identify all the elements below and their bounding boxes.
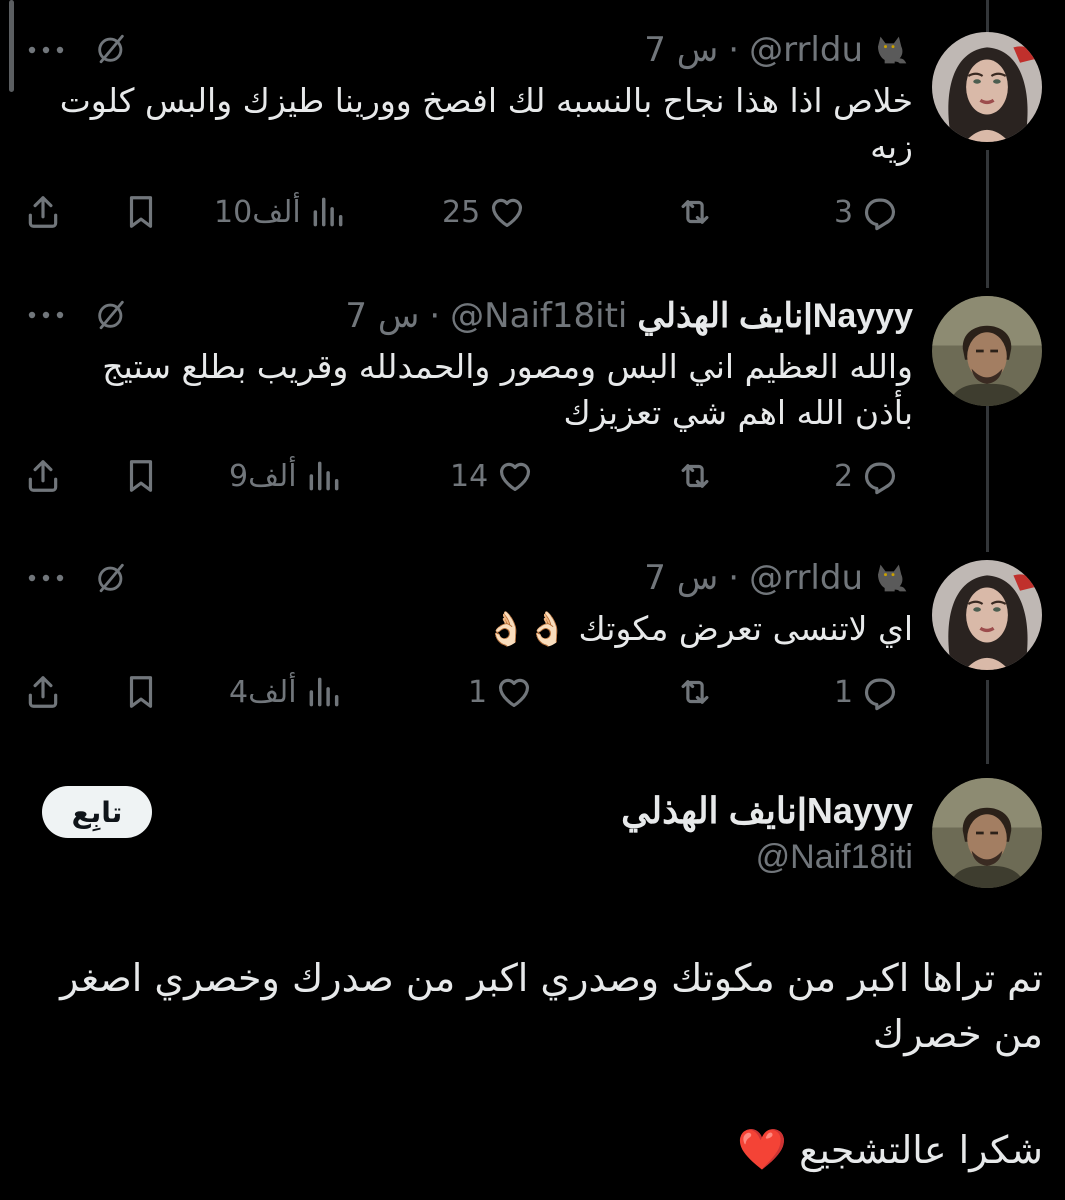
share-icon	[24, 673, 62, 711]
retweet-icon	[676, 193, 714, 231]
heart-icon: ❤️	[737, 1127, 788, 1173]
retweet-icon	[676, 457, 714, 495]
reply-header: 7 س · @rrldu	[644, 556, 913, 600]
more-icon[interactable]	[26, 568, 66, 588]
scrollbar[interactable]	[9, 0, 14, 92]
thread-line	[986, 680, 989, 764]
reply-count: 3	[834, 194, 854, 230]
post-text: تم تراها اكبر من مكوتك وصدري اكبر من صدر…	[60, 956, 1043, 1056]
share-button[interactable]	[24, 452, 62, 500]
views-button[interactable]: 10ألف	[214, 188, 347, 236]
more-icon[interactable]	[26, 305, 66, 325]
separator: ·	[728, 558, 740, 598]
retweet-button[interactable]	[676, 668, 714, 716]
like-icon	[496, 457, 534, 495]
avatar[interactable]	[932, 296, 1042, 406]
retweet-icon	[676, 673, 714, 711]
bookmark-button[interactable]	[122, 668, 160, 716]
views-button[interactable]: 4ألف	[229, 668, 343, 716]
thanks-text: شكرا عالتشجيع	[799, 1128, 1043, 1172]
separator: ·	[429, 296, 441, 336]
reply-header: 7 س · @rrldu	[644, 28, 913, 72]
share-button[interactable]	[24, 188, 62, 236]
retweet-button[interactable]	[676, 452, 714, 500]
views-count: 10ألف	[214, 194, 301, 230]
like-count: 14	[450, 458, 489, 494]
reply-header: 7 س · @Naif18iti نايف الهذلي|Nayyy	[345, 294, 913, 338]
reply-button[interactable]: 2	[834, 452, 899, 500]
grok-icon[interactable]	[94, 32, 128, 66]
action-bar: 9ألف 14 2	[24, 452, 914, 500]
avatar[interactable]	[932, 32, 1042, 142]
thread-line	[986, 0, 989, 34]
reply-text: خلاص اذا هذا نجاح بالنسبه لك افصخ وورينا…	[59, 81, 913, 166]
grok-icon[interactable]	[94, 298, 128, 332]
share-button[interactable]	[24, 668, 62, 716]
share-icon	[24, 193, 62, 231]
reply-text: اي لاتنسى تعرض مكوتك 👌🏻👌🏻	[485, 609, 913, 648]
like-button[interactable]: 25	[442, 188, 526, 236]
reply-text: والله العظيم اني البس ومصور والحمدلله وق…	[102, 347, 913, 432]
like-icon	[488, 193, 526, 231]
cat-icon	[873, 30, 913, 70]
views-button[interactable]: 9ألف	[229, 452, 343, 500]
views-icon	[305, 673, 343, 711]
thread-line	[986, 150, 989, 288]
timestamp: 7 س	[644, 558, 719, 598]
reply-count: 2	[834, 458, 854, 494]
like-icon	[495, 673, 533, 711]
retweet-button[interactable]	[676, 188, 714, 236]
user-handle[interactable]: @Naif18iti	[450, 296, 627, 336]
like-count: 25	[442, 194, 481, 230]
reply-button[interactable]: 1	[834, 668, 899, 716]
reply-icon	[861, 457, 899, 495]
like-button[interactable]: 1	[468, 668, 533, 716]
bookmark-icon	[122, 457, 160, 495]
more-icon[interactable]	[26, 40, 66, 60]
bookmark-button[interactable]	[122, 452, 160, 500]
display-name[interactable]: نايف الهذلي|Nayyy	[621, 790, 913, 832]
reply-icon	[861, 673, 899, 711]
cat-icon	[873, 558, 913, 598]
reply-count: 1	[834, 674, 854, 710]
avatar[interactable]	[932, 560, 1042, 670]
user-handle[interactable]: @rrldu	[749, 30, 863, 70]
user-handle[interactable]: @Naif18iti	[756, 838, 913, 877]
user-handle[interactable]: @rrldu	[749, 558, 863, 598]
action-bar: 4ألف 1 1	[24, 668, 914, 716]
views-icon	[305, 457, 343, 495]
timestamp: 7 س	[345, 296, 420, 336]
thread-line	[986, 384, 989, 552]
share-icon	[24, 457, 62, 495]
views-count: 4ألف	[229, 674, 297, 710]
bookmark-icon	[122, 193, 160, 231]
bookmark-icon	[122, 673, 160, 711]
follow-button[interactable]: تابِع	[42, 786, 152, 838]
action-bar: 10ألف 25 3	[24, 188, 914, 236]
views-icon	[309, 193, 347, 231]
reply-icon	[861, 193, 899, 231]
timestamp: 7 س	[644, 30, 719, 70]
views-count: 9ألف	[229, 458, 297, 494]
grok-icon[interactable]	[94, 561, 128, 595]
post-text-thanks: شكرا عالتشجيع ❤️	[33, 1122, 1043, 1178]
bookmark-button[interactable]	[122, 188, 160, 236]
display-name[interactable]: نايف الهذلي|Nayyy	[637, 296, 913, 336]
reply-button[interactable]: 3	[834, 188, 899, 236]
like-button[interactable]: 14	[450, 452, 534, 500]
separator: ·	[728, 30, 740, 70]
avatar[interactable]	[932, 778, 1042, 888]
like-count: 1	[468, 674, 488, 710]
